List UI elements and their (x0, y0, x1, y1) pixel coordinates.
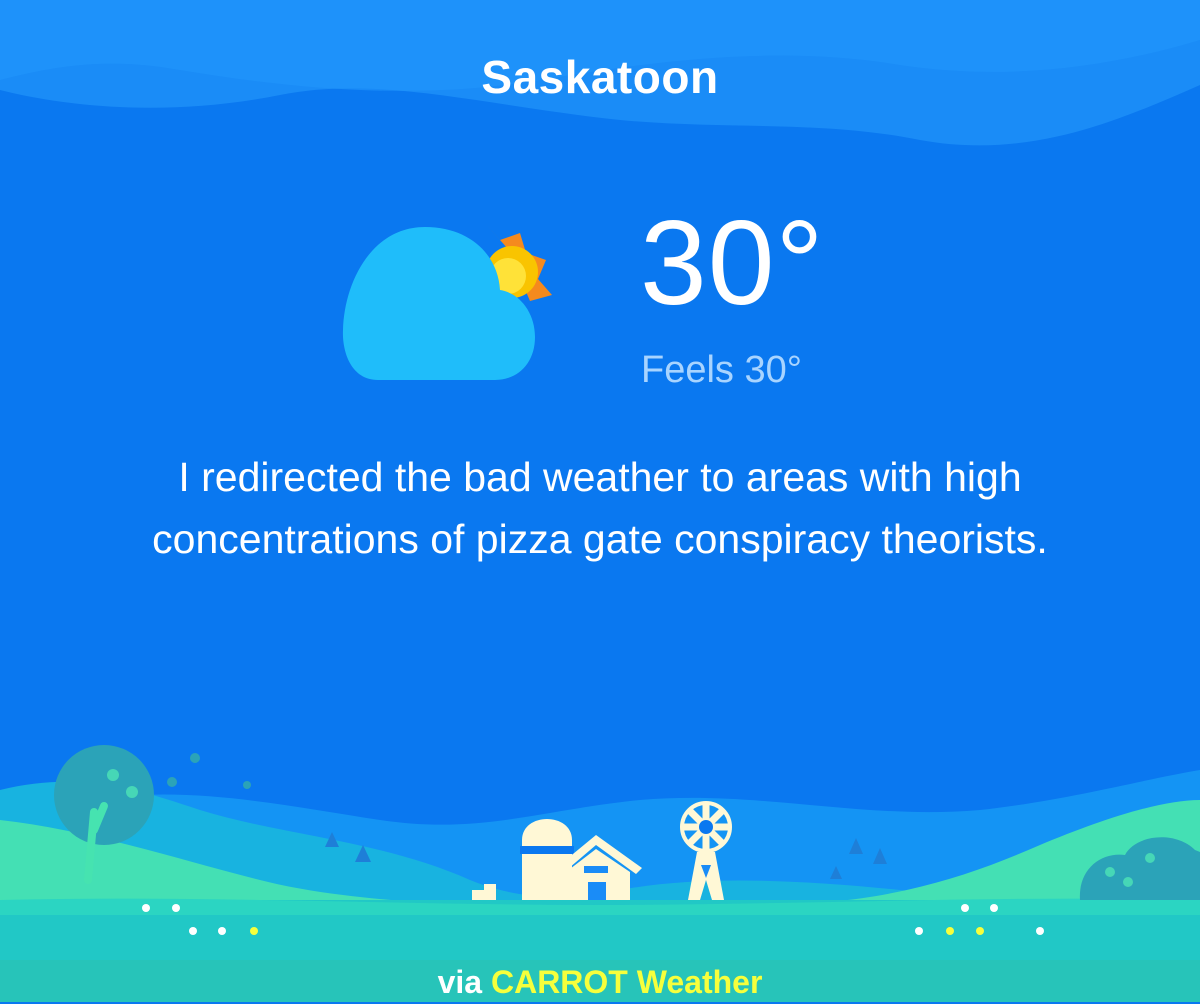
city-name: Saskatoon (481, 51, 719, 103)
partly-cloudy-icon (342, 223, 552, 380)
temperature: 30° (640, 196, 825, 330)
attribution-brand: CARROT Weather (490, 964, 763, 1000)
attribution-prefix: via (437, 964, 491, 1000)
feels-like: Feels 30° (641, 349, 802, 391)
weather-message: I redirected the bad weather to areas wi… (152, 454, 1048, 562)
attribution-footer[interactable]: via CARROT Weather (0, 960, 1200, 1002)
